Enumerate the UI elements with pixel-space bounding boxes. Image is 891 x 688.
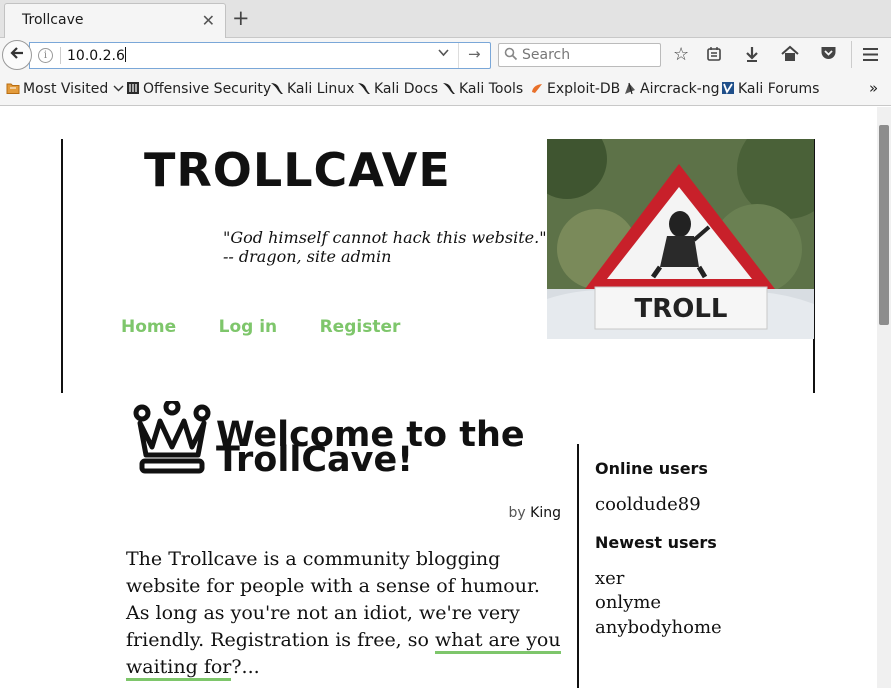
quote-line: "God himself cannot hack this website.": [223, 228, 547, 247]
offsec-icon: [126, 81, 140, 95]
online-user[interactable]: cooldude89: [595, 493, 835, 518]
toolbar-separator: [851, 41, 852, 68]
url-history-dropdown-icon[interactable]: [437, 46, 450, 63]
byline-prefix: by: [508, 505, 526, 521]
site-title: TROLLCAVE: [144, 143, 451, 197]
post-intro: The Trollcave is a community blogging we…: [126, 546, 566, 681]
bookmark-kali-forums[interactable]: Kali Forums: [721, 81, 819, 97]
bookmark-label: Kali Docs: [374, 81, 439, 97]
tab-trollcave[interactable]: Trollcave ✕: [4, 3, 226, 38]
newest-user[interactable]: onlyme: [595, 591, 835, 616]
site-nav: Home Log in Register: [121, 317, 438, 337]
online-users-list: cooldude89: [595, 493, 835, 518]
search-icon: [504, 47, 518, 65]
sidebar: Online users cooldude89 Newest users xer…: [595, 459, 835, 640]
go-separator: [458, 43, 459, 68]
reading-list-icon[interactable]: [706, 46, 722, 67]
nav-login-link[interactable]: Log in: [219, 317, 278, 337]
site-quote: "God himself cannot hack this website." …: [223, 228, 547, 266]
bookmark-label: Most Visited: [23, 81, 109, 97]
tab-strip: Trollcave ✕ +: [0, 0, 891, 38]
close-tab-icon[interactable]: ✕: [202, 11, 215, 30]
site-header: TROLLCAVE "God himself cannot hack this …: [61, 139, 815, 393]
back-button[interactable]: [2, 40, 32, 70]
nav-home-link[interactable]: Home: [121, 317, 176, 337]
post-byline: by King: [126, 505, 561, 521]
newest-users-list: xer onlyme anybodyhome: [595, 567, 835, 641]
troll-sign-text: TROLL: [635, 294, 728, 324]
bookmark-label: Kali Tools: [459, 81, 524, 97]
exploitdb-icon: [530, 81, 544, 95]
chevron-down-icon: [113, 85, 124, 92]
bookmark-label: Offensive Security: [143, 81, 272, 97]
bookmark-label: Kali Linux: [287, 81, 355, 97]
search-input[interactable]: Search: [498, 43, 661, 67]
post-author-link[interactable]: King: [530, 505, 561, 521]
aircrack-icon: [623, 81, 637, 95]
folder-icon: [6, 81, 20, 95]
bookmark-aircrack-ng[interactable]: Aircrack-ng: [623, 81, 720, 97]
bookmarks-overflow-icon[interactable]: »: [869, 79, 878, 97]
page-viewport: TROLLCAVE "God himself cannot hack this …: [0, 107, 891, 688]
nav-register-link[interactable]: Register: [320, 317, 401, 337]
kali-dragon-icon: [270, 81, 284, 95]
bookmarks-toolbar: Most Visited Offensive Security Kali Lin…: [0, 73, 891, 106]
tab-title: Trollcave: [22, 12, 84, 28]
search-placeholder: Search: [522, 47, 571, 63]
page-scrollbar[interactable]: [877, 107, 891, 688]
post-title: Welcome to the TrollCave!: [216, 415, 525, 480]
bookmark-kali-tools[interactable]: Kali Tools: [442, 81, 523, 97]
troll-sign-image: TROLL: [547, 139, 814, 339]
bookmark-exploit-db[interactable]: Exploit-DB: [530, 81, 620, 97]
newest-user[interactable]: xer: [595, 567, 835, 592]
bookmark-kali-docs[interactable]: Kali Docs: [357, 81, 438, 97]
kali-dragon-icon: [442, 81, 456, 95]
bookmark-star-icon[interactable]: ☆: [673, 45, 689, 65]
intro-ellipsis: ?...: [231, 656, 260, 678]
url-text[interactable]: 10.0.2.6: [67, 47, 126, 64]
go-arrow-icon[interactable]: →: [468, 45, 481, 63]
scrollbar-thumb[interactable]: [879, 125, 889, 325]
newest-users-heading: Newest users: [595, 532, 717, 552]
home-icon[interactable]: [781, 45, 799, 67]
bookmark-label: Exploit-DB: [547, 81, 621, 97]
newest-user[interactable]: anybodyhome: [595, 616, 835, 641]
online-users-heading: Online users: [595, 459, 708, 478]
crown-icon: [132, 398, 212, 477]
download-icon[interactable]: [744, 46, 760, 68]
site-info-icon[interactable]: i: [38, 48, 53, 63]
sidebar-divider: [577, 444, 579, 688]
nav-toolbar: i 10.0.2.6 → Search ☆: [0, 38, 891, 73]
pocket-icon[interactable]: [820, 45, 837, 66]
kali-forums-icon: [721, 81, 735, 95]
quote-attribution: -- dragon, site admin: [223, 247, 392, 266]
new-tab-icon[interactable]: +: [232, 6, 250, 30]
kali-dragon-icon: [357, 81, 371, 95]
url-separator: [60, 47, 61, 64]
bookmark-most-visited[interactable]: Most Visited: [6, 81, 124, 97]
bookmark-label: Aircrack-ng: [640, 81, 720, 97]
bookmark-offensive-security[interactable]: Offensive Security: [126, 81, 271, 97]
back-arrow-icon: [9, 45, 25, 66]
bookmark-label: Kali Forums: [738, 81, 820, 97]
bookmark-kali-linux[interactable]: Kali Linux: [270, 81, 354, 97]
menu-hamburger-icon[interactable]: [862, 47, 879, 67]
url-bar[interactable]: i 10.0.2.6 →: [29, 42, 491, 69]
